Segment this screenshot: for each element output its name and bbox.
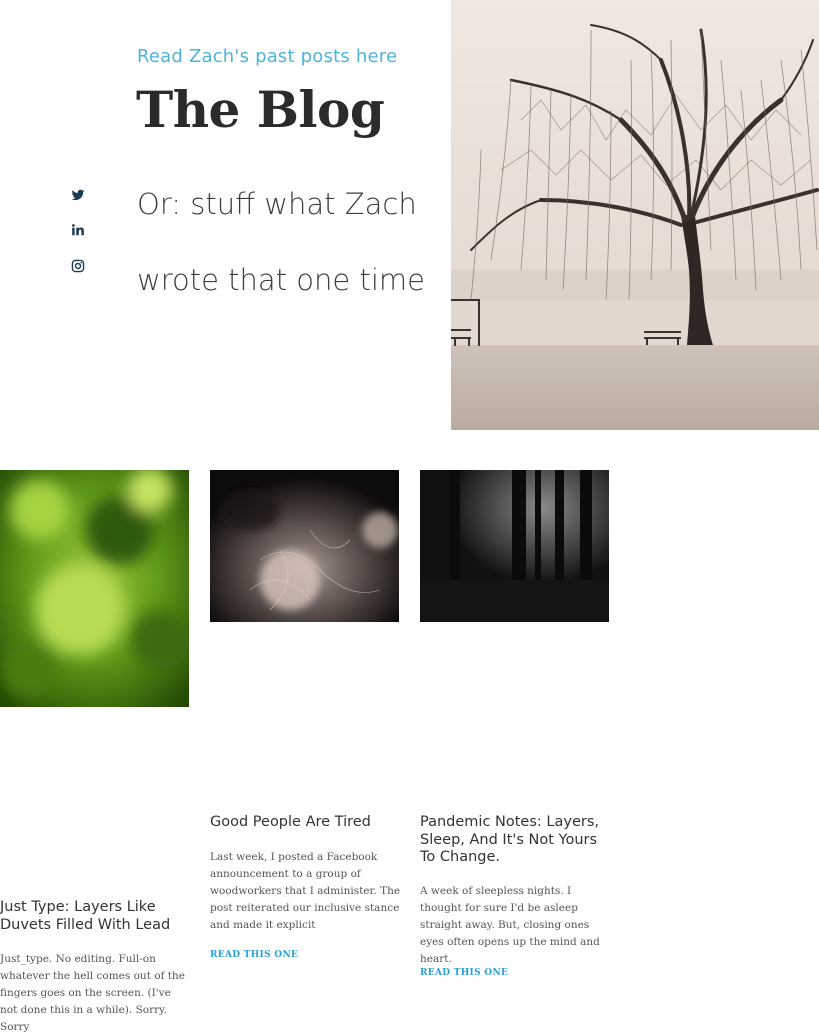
read-more-link-2[interactable]: READ THIS ONE — [210, 950, 298, 960]
page-title: The Blog — [136, 80, 385, 139]
post-excerpt-3: A week of sleepless nights. I thought fo… — [420, 885, 600, 965]
hero-tree-image — [451, 0, 819, 430]
linkedin-icon[interactable] — [70, 222, 86, 238]
post-thumbnail-1[interactable] — [0, 470, 189, 707]
post-excerpt-1: Just_type. No editing. Full-on whatever … — [0, 953, 185, 1033]
blog-archive-link[interactable]: Read Zach's past posts here — [137, 46, 397, 67]
instagram-icon[interactable] — [70, 258, 86, 274]
post-title-1[interactable]: Just Type: Layers Like Duvets Filled Wit… — [0, 899, 189, 934]
post-thumbnail-2[interactable] — [210, 470, 399, 622]
page-subtitle: Or: stuff what Zach wrote that one time — [137, 187, 425, 297]
post-thumbnail-3[interactable] — [420, 470, 609, 622]
post-title-3[interactable]: Pandemic Notes: Layers, Sleep, And It's … — [420, 814, 615, 867]
post-excerpt-2: Last week, I posted a Facebook announcem… — [210, 851, 401, 931]
twitter-icon[interactable] — [70, 187, 86, 203]
read-more-link-3[interactable]: READ THIS ONE — [420, 968, 508, 978]
post-title-2[interactable]: Good People Are Tired — [210, 814, 399, 832]
